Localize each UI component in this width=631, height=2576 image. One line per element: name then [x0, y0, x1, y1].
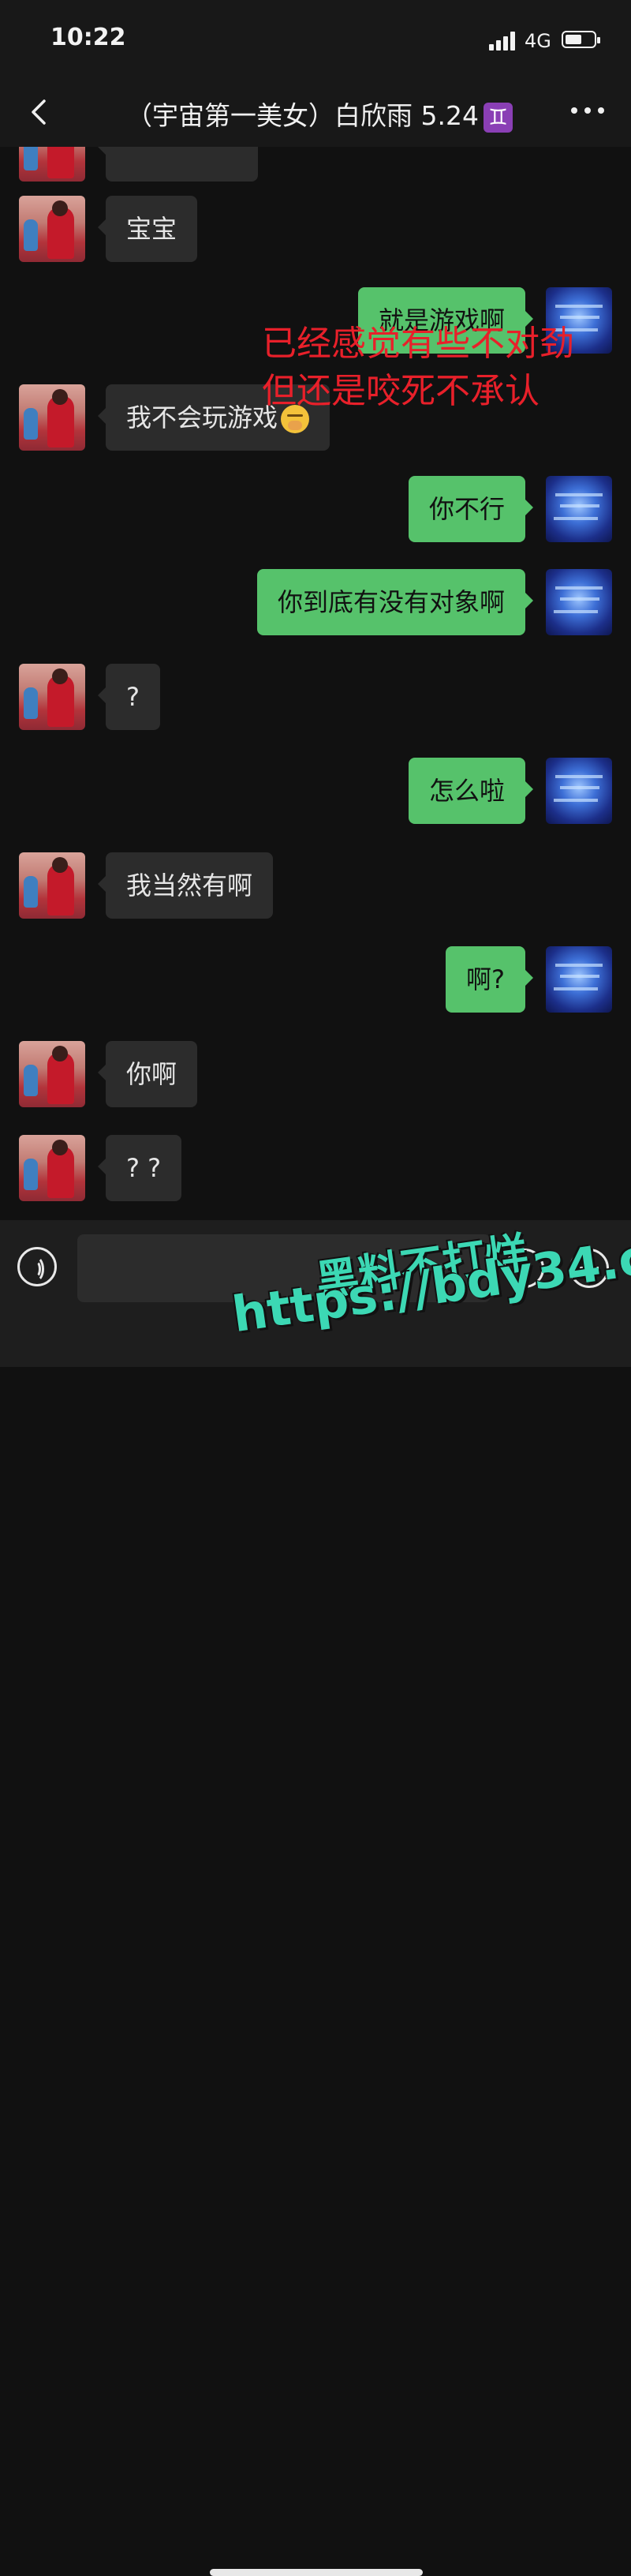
message-text: 宝宝 — [126, 214, 177, 244]
voice-icon[interactable] — [17, 1247, 57, 1286]
contact-avatar[interactable] — [19, 1135, 85, 1201]
message-bubble[interactable]: 我当然有啊 — [97, 852, 274, 919]
message-bubble[interactable]: 你啊 — [97, 1041, 198, 1107]
message-text: 啊? — [466, 964, 505, 994]
chat-title: （宇宙第一美女）白欣雨 5.24 ♊ — [126, 95, 513, 133]
message-text: 我不会玩游戏 — [126, 402, 278, 432]
my-avatar[interactable] — [546, 476, 612, 542]
message-bubble[interactable]: 啊? — [446, 946, 533, 1013]
message-bubble[interactable]: ? — [98, 664, 160, 730]
my-avatar[interactable] — [546, 569, 612, 635]
plus-icon[interactable] — [569, 1249, 609, 1288]
contact-avatar[interactable] — [19, 196, 85, 262]
message-bubble[interactable]: ? ? — [97, 1135, 182, 1201]
message-list[interactable]: 宝宝 就是游戏啊 我不会玩游戏 你不行 你到底有没有对象啊? 怎么啦 我当然有啊 啊? 你啊? … — [0, 147, 631, 1220]
message-text: 我当然有啊 — [126, 871, 253, 900]
annotation-text: 已经感觉有些不对劲 但还是咬死不承认 — [262, 320, 574, 415]
message-bubble[interactable]: 宝宝 — [97, 196, 198, 262]
network-type: 4G — [525, 30, 551, 52]
message-bubble[interactable]: 你不行 — [409, 476, 534, 542]
message-bubble[interactable]: 你到底有没有对象啊 — [257, 569, 534, 635]
message-text: ? ? — [126, 1153, 162, 1183]
battery-fill — [566, 35, 581, 44]
message-bubble-partial — [98, 147, 258, 182]
chat-title-text: （宇宙第一美女）白欣雨 5.24 — [126, 100, 479, 131]
message-bubble[interactable]: 怎么啦 — [409, 758, 534, 824]
gemini-zodiac-icon: ♊ — [483, 102, 513, 133]
contact-avatar[interactable] — [19, 664, 85, 730]
contact-avatar[interactable] — [19, 852, 85, 919]
contact-avatar[interactable] — [19, 147, 85, 182]
home-indicator[interactable] — [210, 2569, 423, 2576]
more-icon[interactable] — [568, 103, 607, 118]
signal-icon — [489, 32, 521, 51]
battery-icon — [562, 31, 600, 48]
status-time: 10:22 — [50, 24, 126, 51]
annotation-line-2: 但还是咬死不承认 — [262, 371, 540, 411]
back-chevron-icon[interactable] — [24, 95, 55, 129]
message-text: 怎么啦 — [429, 776, 506, 806]
status-bar: 10:22 4G — [0, 0, 631, 79]
message-text: ? — [126, 682, 140, 712]
message-text: 你到底有没有对象啊 — [278, 587, 506, 617]
message-text: 你不行 — [429, 494, 506, 524]
chat-header: （宇宙第一美女）白欣雨 5.24 ♊ — [0, 79, 631, 147]
contact-avatar[interactable] — [19, 384, 85, 451]
input-bar — [0, 1220, 631, 2576]
emoji-icon[interactable] — [505, 1249, 544, 1288]
message-input[interactable] — [77, 1234, 491, 1302]
message-text: 你啊 — [126, 1059, 177, 1089]
contact-avatar[interactable] — [19, 1041, 85, 1107]
my-avatar[interactable] — [546, 758, 612, 824]
annotation-line-1: 已经感觉有些不对劲 — [262, 324, 574, 364]
my-avatar[interactable] — [546, 946, 612, 1013]
